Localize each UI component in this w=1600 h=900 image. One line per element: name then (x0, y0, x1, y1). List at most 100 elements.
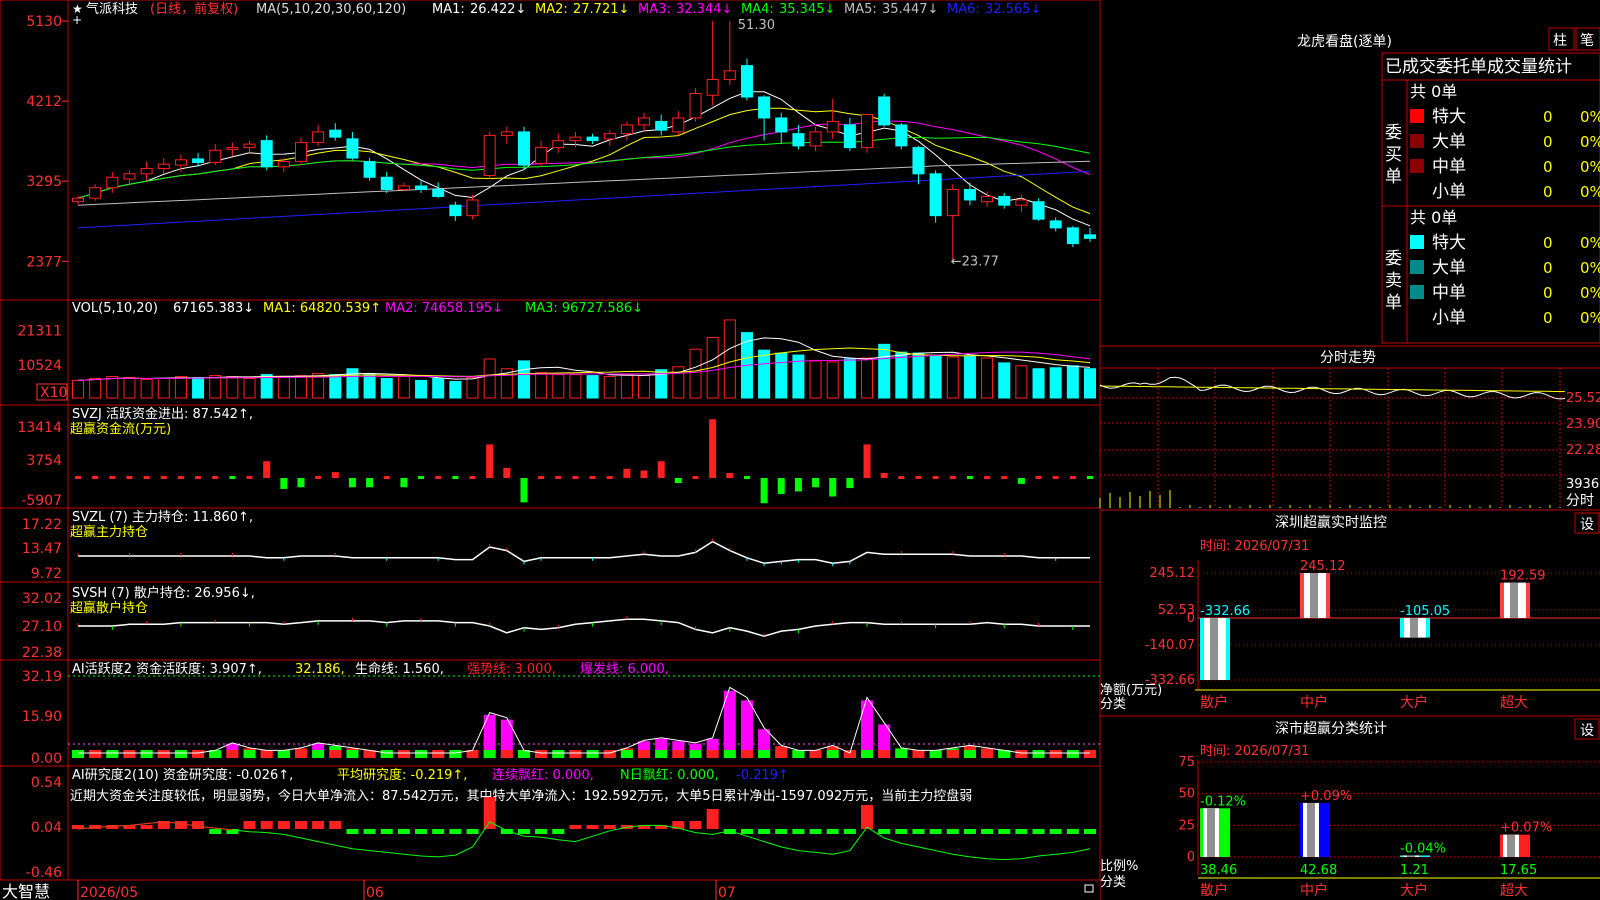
candle (106, 176, 119, 189)
stock-chart-window: 5130 4212 3295 2377 MA1: 26.422↓ MA2: 27.721↓ MA… (0, 0, 1600, 900)
ai-base-bar (89, 750, 102, 758)
ai2-bar (1084, 829, 1096, 834)
ai-base-bar (1049, 750, 1062, 758)
right-sidebar: 龙虎看盘(逐单)柱笔已成交委托单成交量统计委买单共 0单特大00%大单00%中单… (1099, 27, 1600, 899)
monitor-cat-label: 分类 (1100, 697, 1126, 712)
volume-bar (586, 375, 599, 399)
ai2-bar (1032, 829, 1045, 834)
stats-title: 深市超赢分类统计 (1275, 720, 1387, 737)
monitor-bar-label: -332.66 (1200, 604, 1250, 619)
ai2-label: AI研究度2(10) 资金研究度: -0.026↑, (72, 767, 293, 783)
volume-y-tick: 10524 (17, 358, 62, 374)
volume-panel[interactable]: 21311 10524 X10 VOL(5,10,20) 67165.383↓ MA1: … (17, 301, 1096, 401)
svzj-tick-bar (160, 476, 167, 479)
ai-base-bar (243, 750, 256, 758)
volume-bar (72, 379, 84, 399)
ai2-bar (861, 805, 874, 829)
volume-bar (843, 358, 856, 399)
svzj-bar (880, 472, 888, 478)
candle (1015, 199, 1028, 206)
volume-bar (809, 360, 822, 399)
volume-y-tick: 21311 (17, 324, 62, 340)
lhb-row-pct: 0% (1580, 133, 1600, 151)
fenshi-y-tick: 23.90 (1566, 417, 1600, 432)
svzj-tick-bar (538, 476, 545, 479)
svzj-tick-bar (1087, 476, 1093, 479)
candle (998, 195, 1011, 206)
stats-settings-label: 设 (1580, 723, 1594, 739)
ai-base-bar (775, 750, 788, 758)
svzj-panel[interactable]: 13414 3754 -5907 SVZJ 活跃资金进出: 87.542↑,超赢资金流… (17, 406, 1093, 509)
volume-bar (569, 374, 582, 399)
svsh-line (78, 618, 1090, 637)
chart-mode: (日线，前复权) (150, 1, 238, 17)
svzj-bar (760, 478, 768, 504)
lhb-row-count: 0 (1543, 259, 1553, 277)
ai-base-bar (500, 750, 513, 758)
monitor-category: 大户 (1400, 694, 1428, 711)
lhb-total: 共 0单 (1410, 208, 1457, 227)
svzj-bar (520, 478, 528, 503)
ai-strongline: 强势线: 3.000, (467, 661, 556, 677)
svsh-y-tick: 27.10 (22, 619, 62, 635)
ai-base-bar (655, 750, 668, 758)
ai-activity-panel[interactable]: 32.19 15.90 0.00 AI活跃度2 资金活跃度: 3.907↑, 32.18… (22, 661, 1100, 767)
candle (192, 158, 205, 163)
ai2-bar (963, 829, 976, 834)
candle (432, 188, 445, 197)
ai-y-tick: 32.19 (22, 669, 62, 685)
ai-base-bar (192, 750, 205, 758)
ai2-bar (449, 829, 462, 834)
lhb-header: 已成交委托单成交量统计 (1385, 57, 1572, 77)
svzj-tick-bar (383, 476, 390, 479)
date-label: 2026/05 (80, 885, 138, 900)
ai-base-bar (895, 750, 908, 758)
ai2-bar (912, 829, 925, 834)
svzj-tick-bar (949, 476, 956, 479)
date-label: 06 (366, 885, 384, 900)
volume-bar (878, 343, 891, 399)
price-panel[interactable]: 5130 4212 3295 2377 MA1: 26.422↓ MA2: 27.721↓ MA… (26, 2, 1096, 270)
volume-bar (758, 349, 771, 399)
lhb-row-name: 特大 (1432, 107, 1466, 127)
lhb-color-swatch (1410, 235, 1424, 249)
date-axis-bg (0, 880, 1100, 900)
svzj-label: SVZJ 活跃资金进出: 87.542↑, (72, 406, 253, 422)
ai-base-bar (1015, 750, 1028, 758)
stats-delta: +0.09% (1300, 789, 1352, 804)
candle (603, 133, 616, 140)
ai2-bar (312, 821, 325, 829)
svzl-panel[interactable]: 17.22 13.47 9.72 SVZL (7) 主力持仓: 11.860↑,超赢主… (22, 510, 1090, 582)
ai-base-bar (672, 750, 685, 758)
ai-base-bar (329, 750, 342, 758)
candle (1066, 227, 1079, 245)
ma-item-value: 32.344↓ (676, 2, 732, 17)
ai-label: AI活跃度2 资金活跃度: 3.907↑, (72, 661, 262, 677)
ai-base-bar (946, 750, 959, 758)
candle (929, 173, 942, 217)
lhb-side-label: 委 (1385, 123, 1402, 143)
volume-bar (415, 379, 428, 399)
ma-item-name: MA5: (844, 2, 877, 17)
svzj-bar (1017, 478, 1025, 484)
ai-base-bar (603, 750, 616, 758)
ai-base-bar (397, 750, 410, 758)
candle (483, 134, 496, 177)
svsh-panel[interactable]: 32.02 27.10 22.38 SVSH (7) 散户持仓: 26.956↓,超赢… (22, 585, 1090, 661)
fenshi-title: 分时走势 (1320, 350, 1376, 366)
volume-bar (1015, 365, 1028, 399)
candle (740, 65, 753, 98)
candle (277, 161, 290, 168)
ai2-bar (517, 829, 530, 834)
volume-bar (535, 372, 548, 399)
main-border (0, 0, 1101, 881)
ai-research-panel[interactable]: 0.54 0.04 -0.46 AI研究度2(10) 资金研究度: -0.026↑, 平… (26, 767, 1096, 881)
candle (963, 188, 976, 201)
svsh-sub: 超赢散户持仓 (70, 600, 148, 616)
ai-line (78, 686, 1090, 754)
volume-bar (363, 374, 376, 399)
ai2-bar (363, 829, 376, 834)
monitor-bar-core (1310, 573, 1318, 618)
ai2-avg: 平均研究度: -0.219↑, (337, 767, 467, 783)
svzj-y-tick: 13414 (17, 420, 62, 436)
